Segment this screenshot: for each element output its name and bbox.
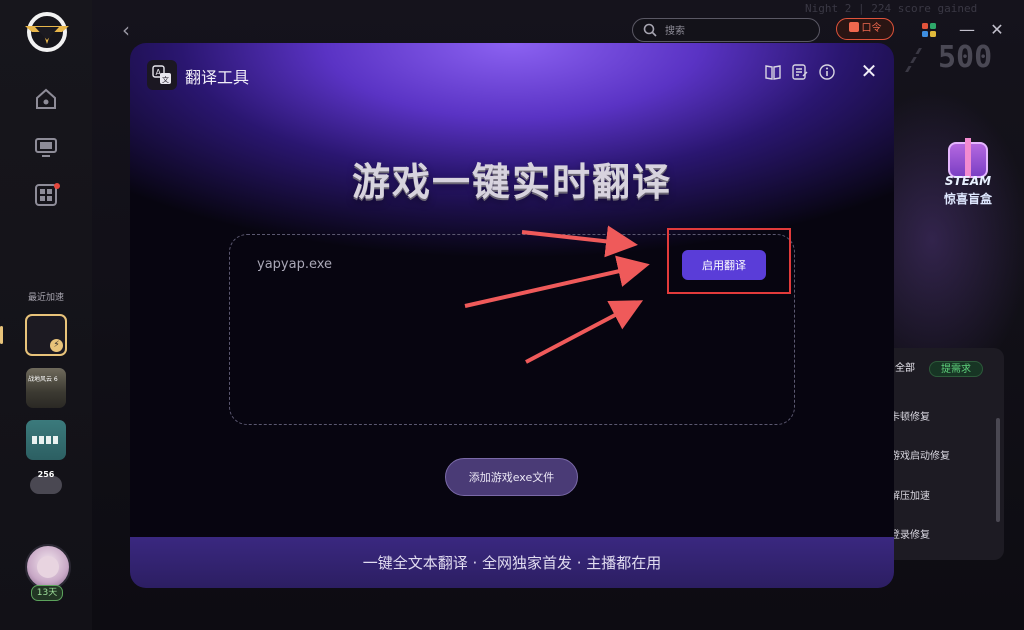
code-button[interactable]: 口令 xyxy=(836,18,894,40)
steam-sub-label: 惊喜盲盒 xyxy=(943,192,992,206)
annotation-arrows xyxy=(464,225,650,364)
tool-item[interactable]: 登录修复 xyxy=(890,526,930,541)
enable-translation-button[interactable]: 启用翻译 xyxy=(682,250,766,280)
footer-slogan: 一键全文本翻译 · 全网独家首发 · 主播都在用 xyxy=(362,554,662,572)
recent-game-256[interactable]: 256 xyxy=(30,470,62,496)
recent-game-battlefield[interactable]: 战地风云 6 xyxy=(26,368,66,408)
panel-scrollbar[interactable] xyxy=(996,418,1000,522)
modal-footer: 一键全文本翻译 · 全网独家首发 · 主播都在用 xyxy=(130,537,894,588)
apps-icon[interactable] xyxy=(922,23,936,37)
notes-icon[interactable] xyxy=(791,63,809,81)
home-icon[interactable] xyxy=(33,86,59,112)
notification-dot xyxy=(54,183,60,189)
translation-tool-modal: A 文 翻译工具 ✕ 游戏一键实时翻译 yapyap.exe 启用翻译 添加游戏… xyxy=(130,43,894,588)
monitor-icon[interactable] xyxy=(33,134,59,160)
steam-label: STEAM xyxy=(944,174,992,188)
minimize-button[interactable]: — xyxy=(958,18,976,42)
search-box[interactable] xyxy=(632,18,820,42)
active-marker xyxy=(0,326,3,344)
left-sidebar: 最近加速 ⚡ 战地风云 6 256 13天 xyxy=(0,0,93,630)
info-icon[interactable] xyxy=(818,63,836,81)
svg-text:文: 文 xyxy=(162,75,169,84)
code-icon xyxy=(848,22,859,32)
back-button[interactable]: ‹ xyxy=(122,18,138,42)
code-button-label: 口令 xyxy=(861,23,882,34)
recent-game-ttt[interactable] xyxy=(26,420,66,460)
window-close-button[interactable]: ✕ xyxy=(988,18,1006,42)
filter-request-label: 提需求 xyxy=(941,364,971,375)
filter-request[interactable]: 提需求 xyxy=(929,361,983,377)
app-logo[interactable] xyxy=(22,10,72,54)
tool-item[interactable]: 游戏启动修复 xyxy=(890,447,950,462)
steam-blindbox-promo[interactable]: STEAM 惊喜盲盒 xyxy=(936,138,1000,210)
game-label: 256 xyxy=(37,470,55,479)
exe-filename: yapyap.exe xyxy=(257,257,333,272)
book-icon[interactable] xyxy=(764,63,782,81)
avatar-face xyxy=(37,556,59,578)
tool-item[interactable]: 卡顿修复 xyxy=(890,408,930,423)
modal-close-button[interactable]: ✕ xyxy=(859,61,879,81)
game-label: 战地风云 6 xyxy=(28,376,58,383)
recent-label: 最近加速 xyxy=(27,293,64,303)
user-avatar[interactable] xyxy=(25,544,71,590)
recent-game-current[interactable]: ⚡ xyxy=(25,314,67,356)
bolt-icon: ⚡ xyxy=(50,339,63,352)
search-icon xyxy=(643,23,657,37)
gift-box-icon xyxy=(948,138,988,178)
tool-item[interactable]: 解压加速 xyxy=(890,487,930,502)
add-exe-button[interactable]: 添加游戏exe文件 xyxy=(445,458,578,496)
game-logo xyxy=(32,436,60,444)
game-score-text: Night 2 | 224 score gained xyxy=(805,2,978,15)
game-big-number: 500 xyxy=(938,40,993,75)
modal-title: 翻译工具 xyxy=(185,68,250,87)
membership-days-badge: 13天 xyxy=(31,585,63,601)
translate-icon: A 文 xyxy=(147,60,177,90)
hero-title: 游戏一键实时翻译 xyxy=(351,160,672,204)
search-input[interactable] xyxy=(663,22,807,40)
